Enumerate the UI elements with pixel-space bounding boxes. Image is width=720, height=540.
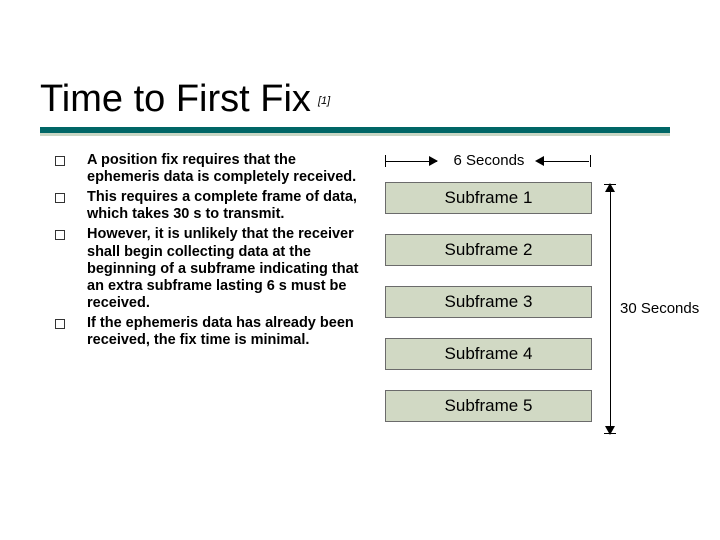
list-item: If the ephemeris data has already been r… xyxy=(55,315,365,349)
arrow-right-icon xyxy=(429,156,438,166)
bullet-text: However, it is unlikely that the receive… xyxy=(87,226,365,312)
bullet-icon xyxy=(55,156,65,166)
tick-icon xyxy=(604,433,616,434)
reference-mark: [1] xyxy=(318,95,330,107)
bullet-list: A position fix requires that the ephemer… xyxy=(55,152,365,352)
tick-icon xyxy=(590,155,591,167)
list-item: This requires a complete frame of data, … xyxy=(55,189,365,223)
bullet-icon xyxy=(55,230,65,240)
side-dimension xyxy=(610,184,612,434)
subframe-box: Subframe 5 xyxy=(385,390,592,422)
six-seconds-label: 6 Seconds xyxy=(445,152,533,169)
subframe-box: Subframe 1 xyxy=(385,182,592,214)
bullet-icon xyxy=(55,319,65,329)
thirty-seconds-label: 30 Seconds xyxy=(620,300,699,317)
arrow-line xyxy=(610,190,611,428)
top-dimension: 6 Seconds xyxy=(385,150,685,174)
bullet-text: A position fix requires that the ephemer… xyxy=(87,152,365,186)
subframe-diagram: 6 Seconds Subframe 1 Subframe 2 Subframe… xyxy=(385,150,685,442)
arrow-line xyxy=(537,161,589,162)
list-item: However, it is unlikely that the receive… xyxy=(55,226,365,312)
bullet-text: If the ephemeris data has already been r… xyxy=(87,315,365,349)
subframe-box: Subframe 4 xyxy=(385,338,592,370)
page-title: Time to First Fix xyxy=(40,78,311,121)
subframe-box: Subframe 3 xyxy=(385,286,592,318)
bullet-icon xyxy=(55,193,65,203)
subframe-box: Subframe 2 xyxy=(385,234,592,266)
title-underline-shadow xyxy=(40,133,670,136)
list-item: A position fix requires that the ephemer… xyxy=(55,152,365,186)
bullet-text: This requires a complete frame of data, … xyxy=(87,189,365,223)
